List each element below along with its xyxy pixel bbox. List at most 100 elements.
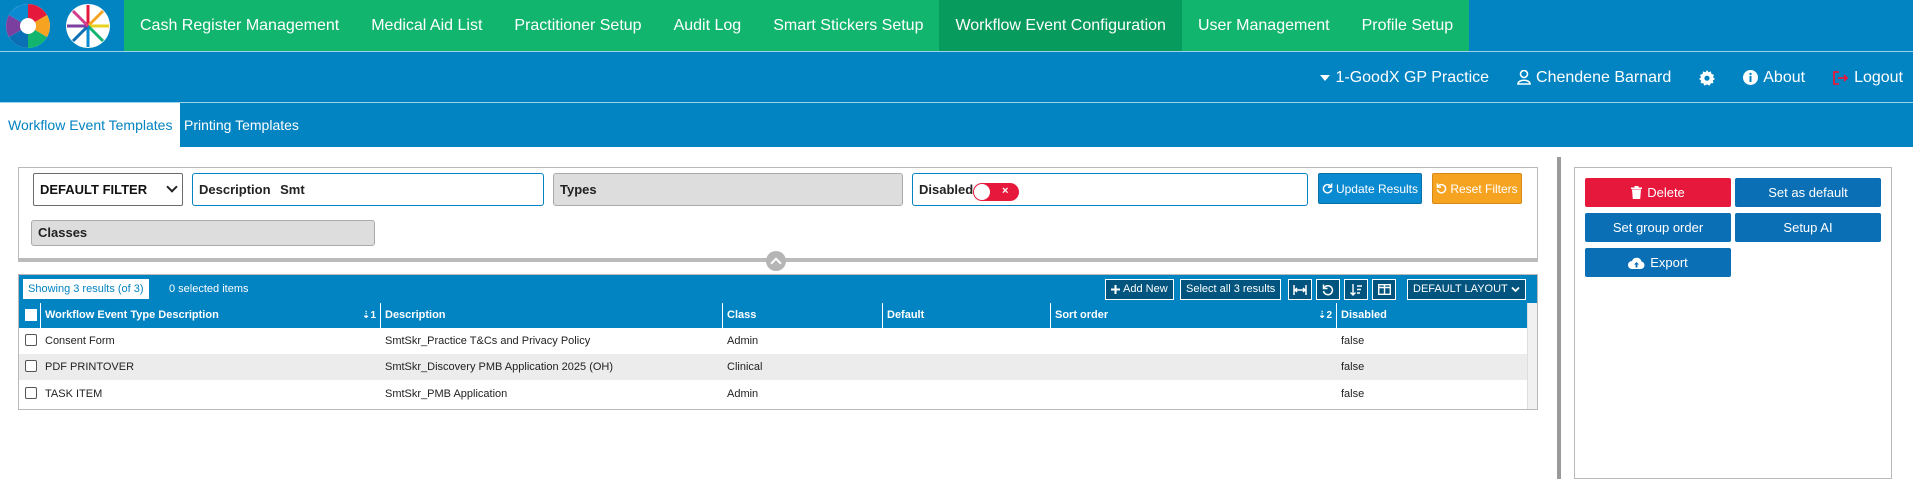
close-icon: × <box>1002 185 1009 197</box>
select-all-button[interactable]: Select all 3 results <box>1180 279 1282 300</box>
tab-printing-templates[interactable]: Printing Templates <box>176 103 307 147</box>
nav-profile-setup[interactable]: Profile Setup <box>1345 0 1470 51</box>
row-checkbox[interactable] <box>25 387 37 399</box>
trash-icon <box>1631 186 1643 199</box>
cell-type-description: PDF PRINTOVER <box>45 361 135 373</box>
toggle-knob <box>974 184 990 200</box>
cell-default <box>883 381 1051 407</box>
practice-name: 1-GoodX GP Practice <box>1335 68 1490 86</box>
sort-button[interactable] <box>1344 279 1368 300</box>
setup-ai-button[interactable]: Setup AI <box>1735 213 1881 242</box>
cell-class: Admin <box>727 388 759 400</box>
layout-select[interactable]: DEFAULT LAYOUT <box>1407 279 1526 300</box>
sub-tab-bar: Workflow Event Templates Printing Templa… <box>0 102 1913 147</box>
add-new-button[interactable]: Add New <box>1105 279 1174 300</box>
set-group-order-button[interactable]: Set group order <box>1585 213 1731 242</box>
sort-order-number: 2 <box>1326 310 1332 321</box>
info-icon <box>1743 70 1759 85</box>
cell-description: SmtSkr_PMB Application <box>385 388 508 400</box>
nav-medical-aid-list[interactable]: Medical Aid List <box>355 0 499 51</box>
types-filter[interactable]: Types <box>553 173 903 206</box>
user-menu[interactable]: Chendene Barnard <box>1517 69 1671 87</box>
nav-audit-log[interactable]: Audit Log <box>657 0 758 51</box>
description-filter-input[interactable]: Description Smt <box>192 173 544 206</box>
column-header-class[interactable]: Class <box>723 303 883 328</box>
column-header-disabled[interactable]: Disabled <box>1337 303 1527 328</box>
setup-ai-label: Setup AI <box>1783 220 1833 235</box>
column-header-sort-order[interactable]: Sort order ⇣2 <box>1051 303 1337 328</box>
column-header-description[interactable]: Description <box>381 303 723 328</box>
nav-practitioner-setup[interactable]: Practitioner Setup <box>498 0 658 51</box>
disabled-filter: Disabled × <box>912 173 1308 206</box>
undo-icon <box>1436 183 1447 194</box>
caret-down-icon <box>1320 74 1331 81</box>
nav-user-management[interactable]: User Management <box>1181 0 1346 51</box>
collapse-filters-button[interactable] <box>766 251 786 271</box>
cell-sort-order <box>1051 354 1337 380</box>
table-row[interactable]: TASK ITEM SmtSkr_PMB Application Admin f… <box>19 381 1527 407</box>
set-as-default-label: Set as default <box>1768 185 1848 200</box>
update-results-button[interactable]: Update Results <box>1318 173 1422 204</box>
column-label: Sort order <box>1055 309 1109 321</box>
action-panel: Delete Set as default Set group order Se… <box>1574 167 1892 479</box>
grid-toolbar: Showing 3 results (of 3) 0 selected item… <box>19 275 1537 303</box>
cell-disabled: false <box>1341 388 1365 400</box>
columns-button[interactable] <box>1372 279 1396 300</box>
nav-smart-stickers-setup[interactable]: Smart Stickers Setup <box>757 0 940 51</box>
settings-button[interactable] <box>1699 69 1716 86</box>
fit-columns-button[interactable] <box>1288 279 1312 300</box>
nav-workflow-event-configuration[interactable]: Workflow Event Configuration <box>939 0 1182 51</box>
goodx-logo[interactable] <box>4 2 122 50</box>
logout-link[interactable]: Logout <box>1833 69 1903 87</box>
disabled-toggle[interactable]: × <box>973 183 1019 201</box>
select-all-label: Select all 3 results <box>1186 283 1276 295</box>
top-navbar: Cash Register Management Medical Aid Lis… <box>0 0 1913 51</box>
cell-type-description: Consent Form <box>45 335 115 347</box>
filter-preset-select[interactable]: DEFAULT FILTER <box>33 173 183 206</box>
classes-filter-label: Classes <box>38 225 88 240</box>
column-label: Description <box>385 309 446 321</box>
export-button[interactable]: Export <box>1585 248 1731 277</box>
row-checkbox[interactable] <box>25 334 37 346</box>
table-row[interactable]: Consent Form SmtSkr_Practice T&Cs and Pr… <box>19 328 1527 354</box>
sort-icon <box>1349 283 1362 296</box>
add-new-label: Add New <box>1123 283 1168 295</box>
set-as-default-button[interactable]: Set as default <box>1735 178 1881 207</box>
column-header-default[interactable]: Default <box>883 303 1051 328</box>
header-select-all <box>19 303 41 328</box>
reset-filters-button[interactable]: Reset Filters <box>1432 173 1522 204</box>
cell-disabled: false <box>1341 335 1365 347</box>
cell-description: SmtSkr_Discovery PMB Application 2025 (O… <box>385 361 614 373</box>
export-label: Export <box>1650 255 1688 270</box>
grid-scrollbar[interactable] <box>1527 303 1537 409</box>
results-grid: Showing 3 results (of 3) 0 selected item… <box>18 274 1538 410</box>
user-name: Chendene Barnard <box>1536 68 1672 86</box>
delete-button[interactable]: Delete <box>1585 178 1731 207</box>
row-checkbox[interactable] <box>25 360 37 372</box>
filter-panel: DEFAULT FILTER Description Smt Types Dis… <box>18 167 1538 259</box>
column-label: Disabled <box>1341 309 1387 321</box>
grid-header: Workflow Event Type Description ⇣1 Descr… <box>19 303 1527 328</box>
results-count: Showing 3 results (of 3) <box>23 279 149 299</box>
practice-selector[interactable]: 1-GoodX GP Practice <box>1320 69 1489 87</box>
classes-filter[interactable]: Classes <box>31 220 375 246</box>
sort-desc-icon: ⇣1 <box>362 310 376 321</box>
cell-default <box>883 328 1051 354</box>
reset-filters-label: Reset Filters <box>1450 181 1518 196</box>
types-filter-label: Types <box>560 182 597 197</box>
filter-preset-value: DEFAULT FILTER <box>40 182 148 197</box>
user-bar: 1-GoodX GP Practice Chendene Barnard Abo… <box>0 51 1913 102</box>
select-all-checkbox[interactable] <box>25 309 37 321</box>
disabled-filter-label: Disabled <box>919 182 974 197</box>
cell-class: Clinical <box>727 361 763 373</box>
reset-grid-button[interactable] <box>1316 279 1340 300</box>
panel-resize-handle[interactable] <box>1557 157 1561 479</box>
nav-cash-register[interactable]: Cash Register Management <box>124 0 356 51</box>
column-header-workflow-event-type-description[interactable]: Workflow Event Type Description ⇣1 <box>41 303 381 328</box>
table-row[interactable]: PDF PRINTOVER SmtSkr_Discovery PMB Appli… <box>19 354 1527 380</box>
tab-workflow-event-templates[interactable]: Workflow Event Templates <box>0 103 181 147</box>
column-label: Class <box>727 309 757 321</box>
logout-icon <box>1833 70 1849 85</box>
chevron-down-icon <box>166 181 178 193</box>
about-link[interactable]: About <box>1743 69 1805 87</box>
